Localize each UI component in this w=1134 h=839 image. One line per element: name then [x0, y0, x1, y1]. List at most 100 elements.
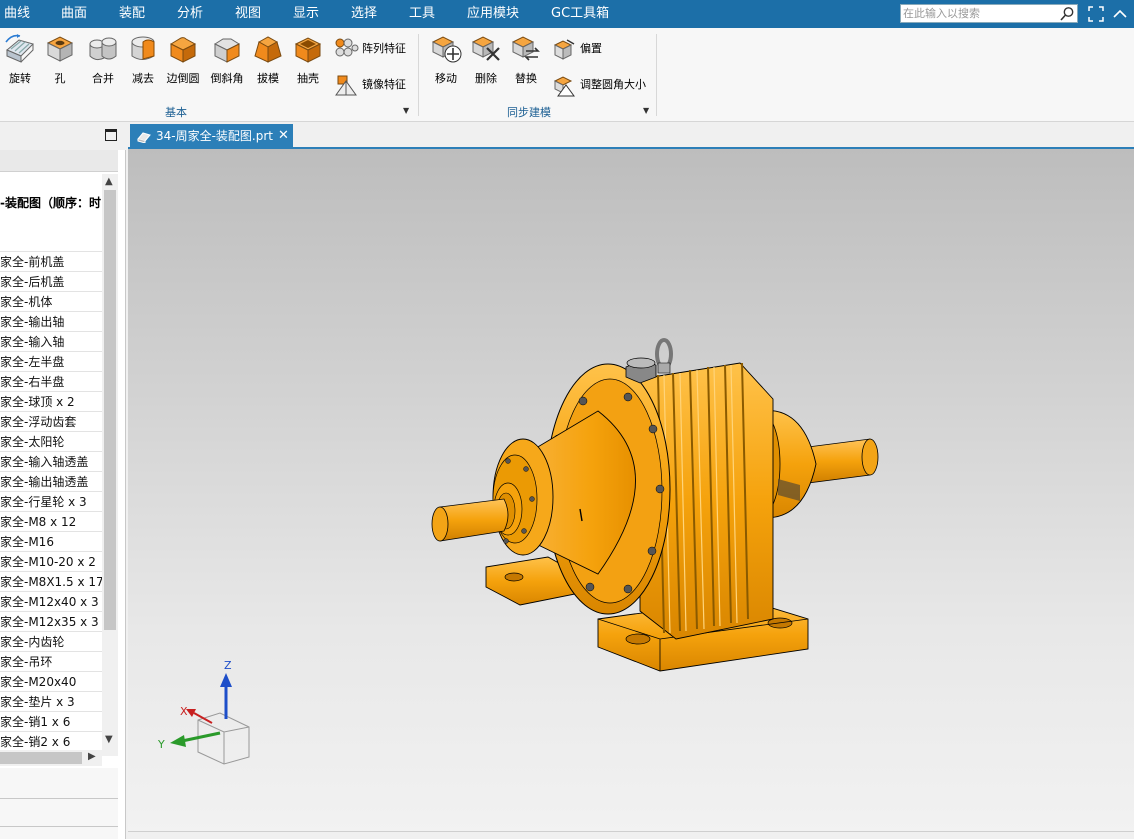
sync-group-dropdown-icon[interactable]: ▼: [643, 106, 649, 115]
reducer-assembly-model[interactable]: [128, 149, 1134, 839]
unite-button[interactable]: 合并: [83, 32, 123, 94]
tree-item[interactable]: 家全-M16: [0, 532, 102, 552]
unite-label: 合并: [92, 72, 114, 85]
tree-item[interactable]: 家全-销1 x 6: [0, 712, 102, 732]
scroll-right-icon[interactable]: ▶: [88, 751, 96, 762]
document-tab[interactable]: 34-周家全-装配图.prt ✕: [130, 124, 293, 149]
resize-blend-button[interactable]: 调整圆角大小: [552, 72, 652, 98]
move-face-icon: [431, 36, 462, 63]
menu-view[interactable]: 视图: [235, 0, 261, 28]
pattern-feature-label: 阵列特征: [362, 42, 406, 55]
tree-item[interactable]: 家全-M8X1.5 x 17: [0, 572, 102, 592]
tree-item[interactable]: 家全-太阳轮: [0, 432, 102, 452]
tree-item[interactable]: 家全-右半盘: [0, 372, 102, 392]
offset-region-button[interactable]: 偏置: [552, 36, 632, 62]
tree-item[interactable]: 家全-前机盖: [0, 252, 102, 272]
tree-item[interactable]: 家全-M10-20 x 2: [0, 552, 102, 572]
revolve-label: 旋转: [9, 72, 31, 85]
hole-label: 孔: [54, 72, 66, 85]
collapse-ribbon-icon[interactable]: [1110, 4, 1130, 24]
subtract-button[interactable]: 减去: [123, 32, 163, 94]
draft-label: 拔模: [257, 72, 279, 85]
menu-gc-toolbox[interactable]: GC工具箱: [551, 0, 609, 28]
search-icon[interactable]: [1059, 6, 1075, 22]
basic-group-dropdown-icon[interactable]: ▼: [403, 106, 409, 115]
tree-item[interactable]: 家全-M12x40 x 3: [0, 592, 102, 612]
pattern-feature-button[interactable]: 阵列特征: [334, 36, 414, 62]
replace-face-button[interactable]: 替换: [506, 32, 546, 94]
tree-root-node[interactable]: -装配图（顺序：时.: [0, 190, 102, 216]
subtract-label: 减去: [132, 72, 154, 85]
move-face-label: 移动: [435, 72, 457, 85]
tree-item[interactable]: 家全-垫片 x 3: [0, 692, 102, 712]
graphics-window[interactable]: Z X Y: [128, 149, 1134, 839]
menu-applications[interactable]: 应用模块: [467, 0, 519, 28]
status-bar: [128, 831, 1134, 839]
tree-item[interactable]: 家全-机体: [0, 292, 102, 312]
navigator-column-header[interactable]: [0, 150, 118, 172]
scroll-up-icon[interactable]: ▲: [105, 176, 113, 187]
tree-item[interactable]: 家全-左半盘: [0, 352, 102, 372]
tree-item[interactable]: 家全-输出轴: [0, 312, 102, 332]
maximize-icon[interactable]: [105, 129, 117, 141]
menu-assembly[interactable]: 装配: [119, 0, 145, 28]
tree-item[interactable]: 家全-M8 x 12: [0, 512, 102, 532]
draft-icon: [254, 36, 282, 63]
hole-icon: [46, 36, 74, 62]
tree-item[interactable]: 家全-输出轴透盖: [0, 472, 102, 492]
assembly-tree: -装配图（顺序：时. 家全-前机盖 家全-后机盖 家全-机体 家全-输出轴 家全-输入轴…: [0, 172, 102, 752]
menu-select[interactable]: 选择: [351, 0, 377, 28]
detail-divider: [0, 798, 118, 799]
triad-y-label: Y: [157, 738, 165, 751]
draft-button[interactable]: 拔模: [248, 32, 288, 94]
ribbon-group-separator: [656, 34, 657, 116]
nx-window: 曲线 曲面 装配 分析 视图 显示 选择 工具 应用模块 GC工具箱 旋转 孔: [0, 0, 1134, 839]
move-face-button[interactable]: 移动: [426, 32, 466, 94]
resize-blend-icon: [553, 76, 575, 97]
tree-item[interactable]: 家全-M12x35 x 3: [0, 612, 102, 632]
tree-vertical-scrollbar[interactable]: ▲: [102, 174, 118, 756]
tree-item[interactable]: 家全-输入轴: [0, 332, 102, 352]
tree-item[interactable]: 家全-后机盖: [0, 272, 102, 292]
tree-horizontal-scrollbar[interactable]: ▶: [0, 750, 102, 766]
hscroll-thumb[interactable]: [0, 752, 82, 764]
menu-curve[interactable]: 曲线: [4, 0, 30, 28]
view-triad[interactable]: Z X Y: [154, 657, 254, 767]
shell-icon: [294, 37, 322, 63]
menu-analysis[interactable]: 分析: [177, 0, 203, 28]
tree-item[interactable]: 家全-内齿轮: [0, 632, 102, 652]
tree-item[interactable]: 家全-球顶 x 2: [0, 392, 102, 412]
ribbon: 旋转 孔 合并 减去 边倒圆 倒斜角 拔模 抽壳 阵列特征 镜像特征 基本 ▼ …: [0, 28, 1134, 122]
tree-item[interactable]: 家全-输入轴透盖: [0, 452, 102, 472]
scroll-thumb[interactable]: [104, 190, 116, 630]
tree-item[interactable]: 家全-M20x40: [0, 672, 102, 692]
document-tab-title: 34-周家全-装配图.prt: [156, 129, 274, 143]
search-input[interactable]: [901, 5, 1059, 22]
sync-group-label: 同步建模: [507, 106, 551, 119]
edge-blend-icon: [169, 37, 197, 63]
assembly-navigator: -装配图（顺序：时. 家全-前机盖 家全-后机盖 家全-机体 家全-输出轴 家全-输入轴…: [0, 122, 126, 839]
revolve-icon: [5, 34, 34, 63]
edge-blend-button[interactable]: 边倒圆: [163, 32, 203, 94]
menu-display[interactable]: 显示: [293, 0, 319, 28]
tree-item[interactable]: 家全-浮动齿套: [0, 412, 102, 432]
chamfer-button[interactable]: 倒斜角: [207, 32, 247, 94]
delete-face-icon: [471, 36, 500, 61]
scroll-down-icon[interactable]: ▼: [105, 734, 113, 745]
delete-face-button[interactable]: 删除: [466, 32, 506, 94]
hole-button[interactable]: 孔: [40, 32, 80, 94]
part-file-icon: [137, 132, 151, 143]
replace-face-label: 替换: [515, 72, 537, 85]
tree-item[interactable]: 家全-销2 x 6: [0, 732, 102, 752]
mirror-feature-button[interactable]: 镜像特征: [334, 72, 414, 98]
tree-item[interactable]: 家全-吊环: [0, 652, 102, 672]
chamfer-icon: [213, 38, 241, 63]
shell-button[interactable]: 抽壳: [288, 32, 328, 94]
offset-region-label: 偏置: [580, 42, 602, 55]
tree-item[interactable]: 家全-行星轮 x 3: [0, 492, 102, 512]
close-tab-icon[interactable]: ✕: [278, 124, 289, 148]
fullscreen-icon[interactable]: [1086, 4, 1106, 24]
menu-tools[interactable]: 工具: [409, 0, 435, 28]
menu-surface[interactable]: 曲面: [61, 0, 87, 28]
revolve-button[interactable]: 旋转: [0, 32, 40, 94]
